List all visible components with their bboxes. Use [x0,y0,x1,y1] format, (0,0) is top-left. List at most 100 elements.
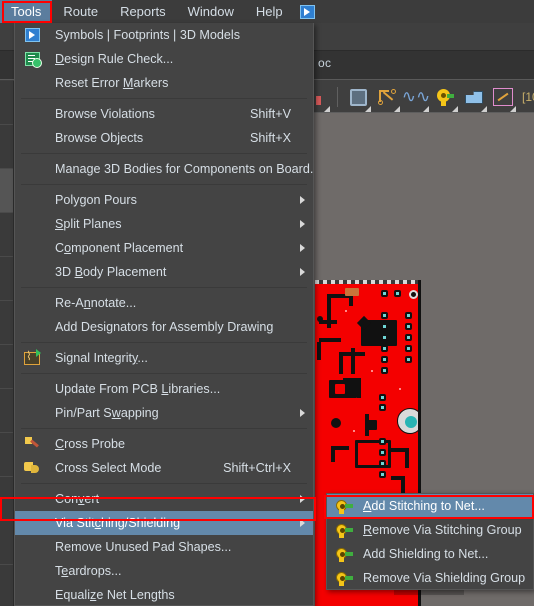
menu-item-reset-error-markers[interactable]: Reset Error Markers [15,71,313,95]
menu-item-add-designators-for-assembly-drawing[interactable]: Add Designators for Assembly Drawing [15,315,313,339]
via-stitching-shielding-submenu[interactable]: Add Stitching to Net... Remove Via Stitch… [326,493,534,590]
pcb-pad [379,471,386,478]
toolbar-interactive-routing[interactable] [375,85,400,112]
menu-item-browse-violations[interactable]: Browse Violations Shift+V [15,102,313,126]
menubar-reports[interactable]: Reports [109,0,177,23]
left-strip-segment[interactable] [0,81,13,125]
pcb-pad [381,312,388,319]
left-strip-segment[interactable] [0,565,13,606]
pcb-pad [405,323,412,330]
menu-separator [21,342,307,343]
left-strip-segment[interactable] [0,213,13,257]
menubar-route[interactable]: Route [52,0,109,23]
menu-item-label: Remove Via Shielding Group [363,571,526,585]
dropdown-marker[interactable] [452,106,458,112]
dropdown-marker[interactable] [365,106,371,112]
toolbar-place-polygon-pour[interactable] [462,85,487,112]
cross-probe-icon [23,435,41,453]
menu-item-label: Pin/Part Swapping [55,406,159,420]
menu-item-label: Manage 3D Bodies for Components on Board… [55,162,314,176]
menu-item-label: Component Placement [55,241,184,255]
menu-item-signal-integrity[interactable]: Signal Integrity... [15,346,313,370]
menu-separator [21,287,307,288]
toolbar-differential-pair-routing[interactable]: ∿∿ [402,85,430,112]
menubar-help[interactable]: Help [245,0,294,23]
toolbar-place-via[interactable] [433,85,458,112]
menu-item-label: Symbols | Footprints | 3D Models [55,28,241,42]
submenu-item-remove-via-stitching-group[interactable]: Remove Via Stitching Group [327,518,533,542]
submenu-item-add-stitching-to-net[interactable]: Add Stitching to Net... [327,494,533,518]
dropdown-marker[interactable] [394,106,400,112]
left-strip-segment[interactable] [0,301,13,345]
menu-item-polygon-pours[interactable]: Polygon Pours [15,188,313,212]
dropdown-marker[interactable] [324,106,330,112]
menu-item-label: 3D Body Placement [55,265,167,279]
menu-item-pin-part-swapping[interactable]: Pin/Part Swapping [15,401,313,425]
left-strip-segment[interactable] [0,389,13,433]
left-strip-segment[interactable] [0,257,13,301]
toolbar-place-component[interactable] [346,85,371,112]
pcb-pad [345,288,359,296]
menubar-tools[interactable]: Tools [0,0,53,23]
pcb-trace [339,352,343,374]
menu-item-remove-unused-pad-shapes[interactable]: Remove Unused Pad Shapes... [15,535,313,559]
menu-item-label: Design Rule Check... [55,52,174,66]
menu-item-equalize-net-lengths[interactable]: Equalize Net Lengths [15,583,313,605]
menu-item-shortcut: Shift+X [250,131,291,145]
pcb-trace [405,448,409,468]
tools-dropdown-menu[interactable]: Symbols | Footprints | 3D Models Design R… [14,23,314,606]
board-outline-edge [315,280,418,284]
left-strip-segment[interactable] [0,433,13,477]
menu-item-update-from-pcb-libraries[interactable]: Update From PCB Libraries... [15,377,313,401]
signal-integrity-icon [23,348,41,367]
pcb-pad [381,334,388,341]
coordinate-icon: [10] [521,90,534,104]
toolbar-place-coordinate[interactable]: [10] [520,85,534,109]
left-strip-segment[interactable] [0,169,13,213]
left-strip-segment[interactable] [0,125,13,169]
play-button-icon [299,4,315,19]
menubar-reports-label: Reports [120,4,166,19]
pcb-trace [319,338,341,342]
interactive-routing-icon [377,88,397,106]
menu-item-cross-select-mode[interactable]: Cross Select Mode Shift+Ctrl+X [15,456,313,480]
dropdown-marker[interactable] [510,106,516,112]
menu-item-browse-objects[interactable]: Browse Objects Shift+X [15,126,313,150]
submenu-item-add-shielding-to-net[interactable]: Add Shielding to Net... [327,542,533,566]
menu-item-label: Cross Probe [55,437,126,451]
menu-item-teardrops[interactable]: Teardrops... [15,559,313,583]
play-button-icon [23,26,41,44]
cross-select-icon [23,459,41,477]
document-tab-label[interactable]: oc [318,56,331,70]
pcb-via [397,408,418,434]
menubar-tools-label: Tools [11,4,42,19]
menubar-play-button[interactable] [294,0,321,23]
pcb-pad [381,345,388,352]
menu-item-convert[interactable]: Convert [15,487,313,511]
application-window: oc ∿∿ [1 Tools Route Reports Window Help… [0,0,534,606]
menu-item-component-placement[interactable]: Component Placement [15,236,313,260]
menu-item-3d-body-placement[interactable]: 3D Body Placement [15,260,313,284]
pcb-pad [405,334,412,341]
menu-item-label: Signal Integrity... [55,351,148,365]
dropdown-marker[interactable] [423,106,429,112]
menu-item-manage-3d-bodies-for-components-on-board[interactable]: Manage 3D Bodies for Components on Board… [15,157,313,181]
dropdown-marker[interactable] [481,106,487,112]
pcb-trace [331,446,335,462]
menu-item-re-annotate[interactable]: Re-Annotate... [15,291,313,315]
menu-item-cross-probe[interactable]: Cross Probe [15,432,313,456]
left-strip-segment[interactable] [0,345,13,389]
toolbar-place-dimension[interactable] [491,85,516,112]
menu-item-design-rule-check[interactable]: Design Rule Check... [15,47,313,71]
left-strip-segment[interactable] [0,477,13,521]
pcb-toolbar: ∿∿ [10] [305,85,534,112]
pcb-pad [317,316,323,322]
menu-item-split-planes[interactable]: Split Planes [15,212,313,236]
via-icon [436,88,454,106]
menu-item-symbols-footprints-3d-models[interactable]: Symbols | Footprints | 3D Models [15,23,313,47]
submenu-item-remove-via-shielding-group[interactable]: Remove Via Shielding Group [327,566,533,589]
left-strip-segment[interactable] [0,521,13,565]
menu-item-via-stitching-shielding[interactable]: Via Stitching/Shielding [15,511,313,535]
menu-item-label: Cross Select Mode [55,461,162,475]
menubar-window[interactable]: Window [177,0,245,23]
